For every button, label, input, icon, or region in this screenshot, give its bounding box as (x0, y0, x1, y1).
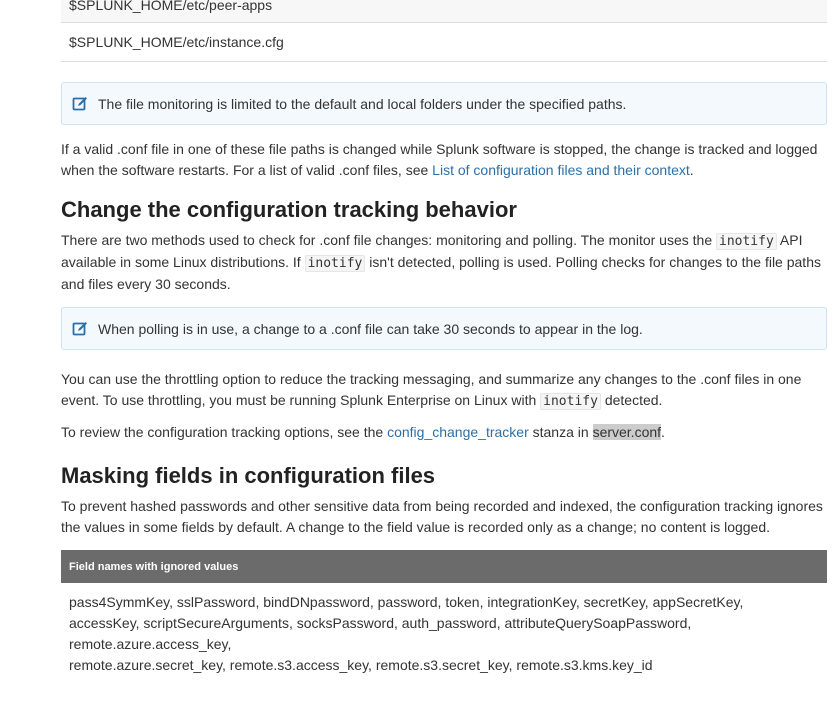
paragraph: To prevent hashed passwords and other se… (61, 498, 823, 535)
paragraph-text: . (689, 162, 694, 178)
paragraph: If a valid .conf file in one of these fi… (61, 139, 827, 181)
field-list-line: remote.azure.secret_key, remote.s3.acces… (69, 657, 653, 673)
paragraph: There are two methods used to check for … (61, 230, 827, 295)
table-row: $SPLUNK_HOME/etc/instance.cfg (61, 22, 827, 62)
table-row: $SPLUNK_HOME/etc/peer-apps (61, 0, 827, 23)
paragraph-text: detected. (600, 392, 663, 408)
paragraph-text: There are two methods used to check for … (61, 232, 716, 248)
highlighted-text: server.conf (592, 424, 662, 440)
ignored-fields-table: Field names with ignored values pass4Sym… (61, 550, 827, 676)
note-box: The file monitoring is limited to the de… (61, 82, 827, 125)
paragraph-text: To review the configuration tracking opt… (61, 424, 388, 440)
link-config-change-tracker[interactable]: config_change_tracker (387, 424, 529, 440)
link-config-files-list[interactable]: List of configuration files and their co… (432, 162, 690, 178)
section-heading: Change the configuration tracking behavi… (61, 197, 517, 222)
table-cell: $SPLUNK_HOME/etc/instance.cfg (61, 22, 827, 62)
table-cell: $SPLUNK_HOME/etc/peer-apps (61, 0, 827, 23)
inline-code: inotify (540, 393, 601, 410)
edit-note-icon (72, 321, 88, 337)
field-list-line: accessKey, scriptSecureArguments, socksP… (69, 615, 692, 631)
paragraph-text: stanza in (528, 424, 593, 440)
inline-code: inotify (716, 233, 777, 250)
paragraph-text: You can use the throttling option to red… (61, 371, 802, 408)
table-row: pass4SymmKey, sslPassword, bindDNpasswor… (61, 583, 827, 676)
paragraph: To review the configuration tracking opt… (61, 422, 827, 443)
section-heading: Masking fields in configuration files (61, 463, 436, 488)
inline-code: inotify (304, 255, 366, 272)
paragraph-text: . (661, 424, 665, 440)
table-header-row: Field names with ignored values (61, 550, 827, 583)
table-cell: pass4SymmKey, sslPassword, bindDNpasswor… (61, 583, 827, 676)
note-text: When polling is in use, a change to a .c… (98, 320, 643, 337)
note-box: When polling is in use, a change to a .c… (61, 307, 827, 350)
edit-note-icon (72, 96, 88, 112)
note-text: The file monitoring is limited to the de… (98, 95, 627, 112)
paragraph: You can use the throttling option to red… (61, 369, 827, 412)
doc-content: $SPLUNK_HOME/etc/peer-apps $SPLUNK_HOME/… (61, 0, 827, 676)
field-list-line: remote.azure.access_key, (69, 636, 232, 652)
table-header: Field names with ignored values (61, 550, 827, 583)
paths-table: $SPLUNK_HOME/etc/peer-apps $SPLUNK_HOME/… (61, 0, 827, 62)
field-list-line: pass4SymmKey, sslPassword, bindDNpasswor… (69, 594, 744, 610)
